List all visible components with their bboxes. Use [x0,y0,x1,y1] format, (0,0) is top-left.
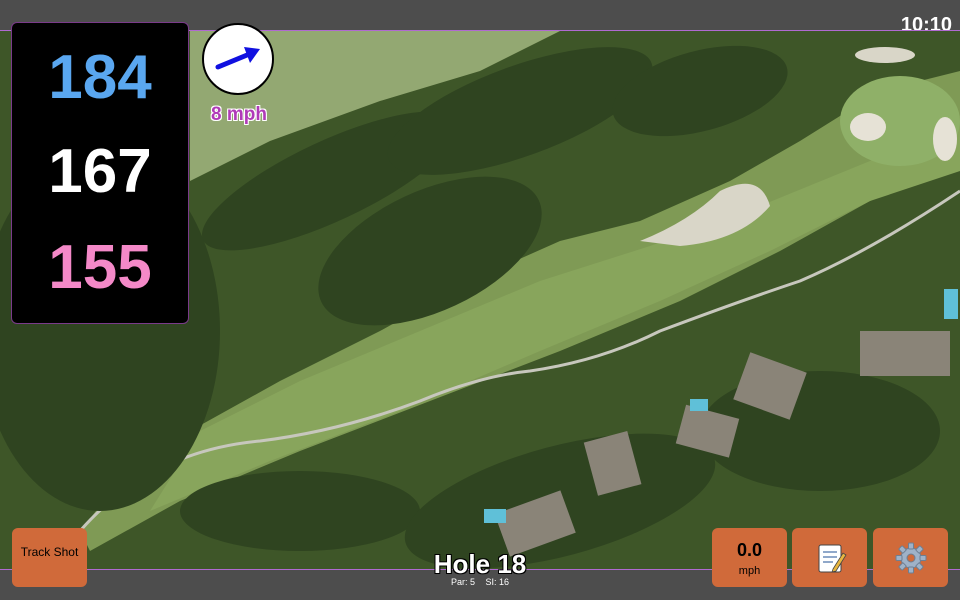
wind-arrow-icon [215,47,260,70]
hole-title: Hole 18 [433,549,527,579]
speed-value: 0.0 [736,540,763,560]
hole-si: SI: 16 [485,577,510,587]
distance-front: 155 [48,233,152,302]
gear-icon [895,542,926,573]
distance-middle: 167 [48,137,152,206]
notes-button[interactable] [792,528,867,587]
hole-info: Par: 5 SI: 16 [400,577,560,587]
distance-panel: 184 167 155 [11,22,189,324]
speed-button[interactable]: 0.0 mph [712,528,787,587]
speed-unit: mph [738,565,761,577]
wind-speed: 8 mph [211,104,267,125]
notepad-icon [818,544,847,573]
wind-indicator [202,23,274,95]
settings-button[interactable] [873,528,948,587]
hole-par: Par: 5 [450,577,475,587]
track-shot-button[interactable]: Track Shot [12,528,87,587]
distance-back: 184 [48,43,152,112]
